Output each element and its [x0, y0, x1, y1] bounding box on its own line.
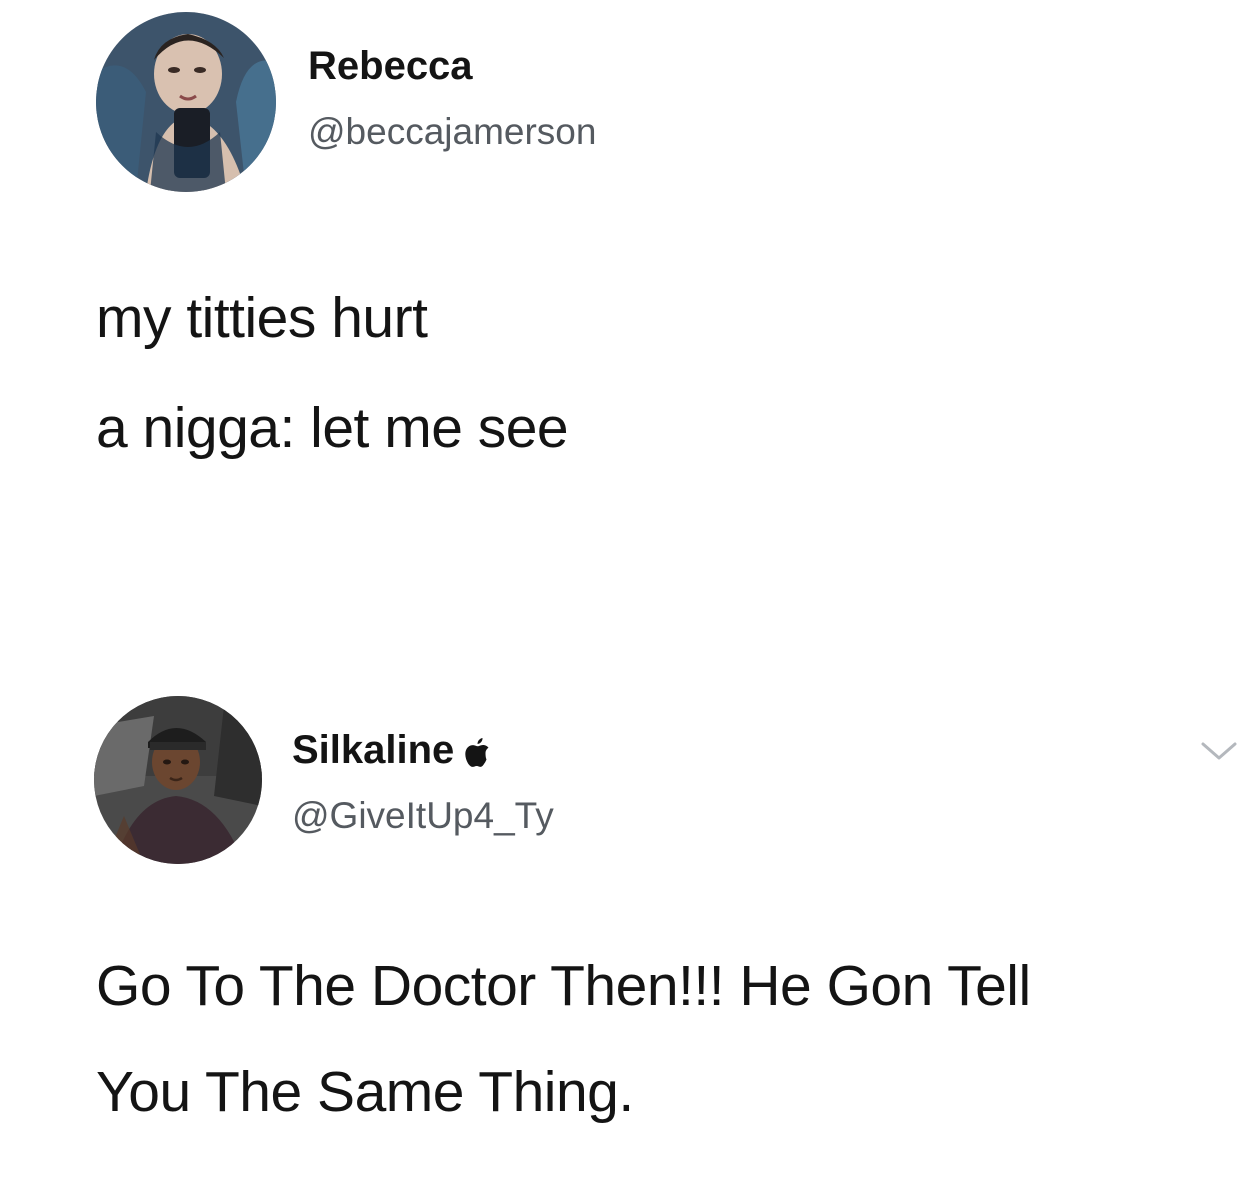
apple-icon: [465, 738, 489, 768]
tweet-silkaline: Silkaline @GiveItUp4_Ty Go To The Doctor…: [0, 680, 1242, 1160]
display-name[interactable]: Rebecca: [308, 42, 473, 90]
user-handle[interactable]: @GiveItUp4_Ty: [292, 794, 554, 838]
tweet-text-line: a nigga: let me see: [96, 396, 569, 460]
avatar[interactable]: [94, 696, 262, 864]
avatar[interactable]: [96, 12, 276, 192]
chevron-down-icon[interactable]: [1200, 740, 1238, 762]
avatar-photo: [94, 696, 262, 864]
tweet-text-line: my titties hurt: [96, 286, 428, 350]
tweet-text-line: You The Same Thing.: [96, 1060, 634, 1124]
avatar-photo: [96, 12, 276, 192]
display-name[interactable]: Silkaline: [292, 726, 490, 774]
user-handle[interactable]: @beccajamerson: [308, 110, 596, 154]
tweet-text-line: Go To The Doctor Then!!! He Gon Tell: [96, 954, 1031, 1018]
display-name-text: Silkaline: [292, 728, 455, 772]
tweet-rebecca: Rebecca @beccajamerson my titties hurt a…: [0, 0, 1242, 560]
